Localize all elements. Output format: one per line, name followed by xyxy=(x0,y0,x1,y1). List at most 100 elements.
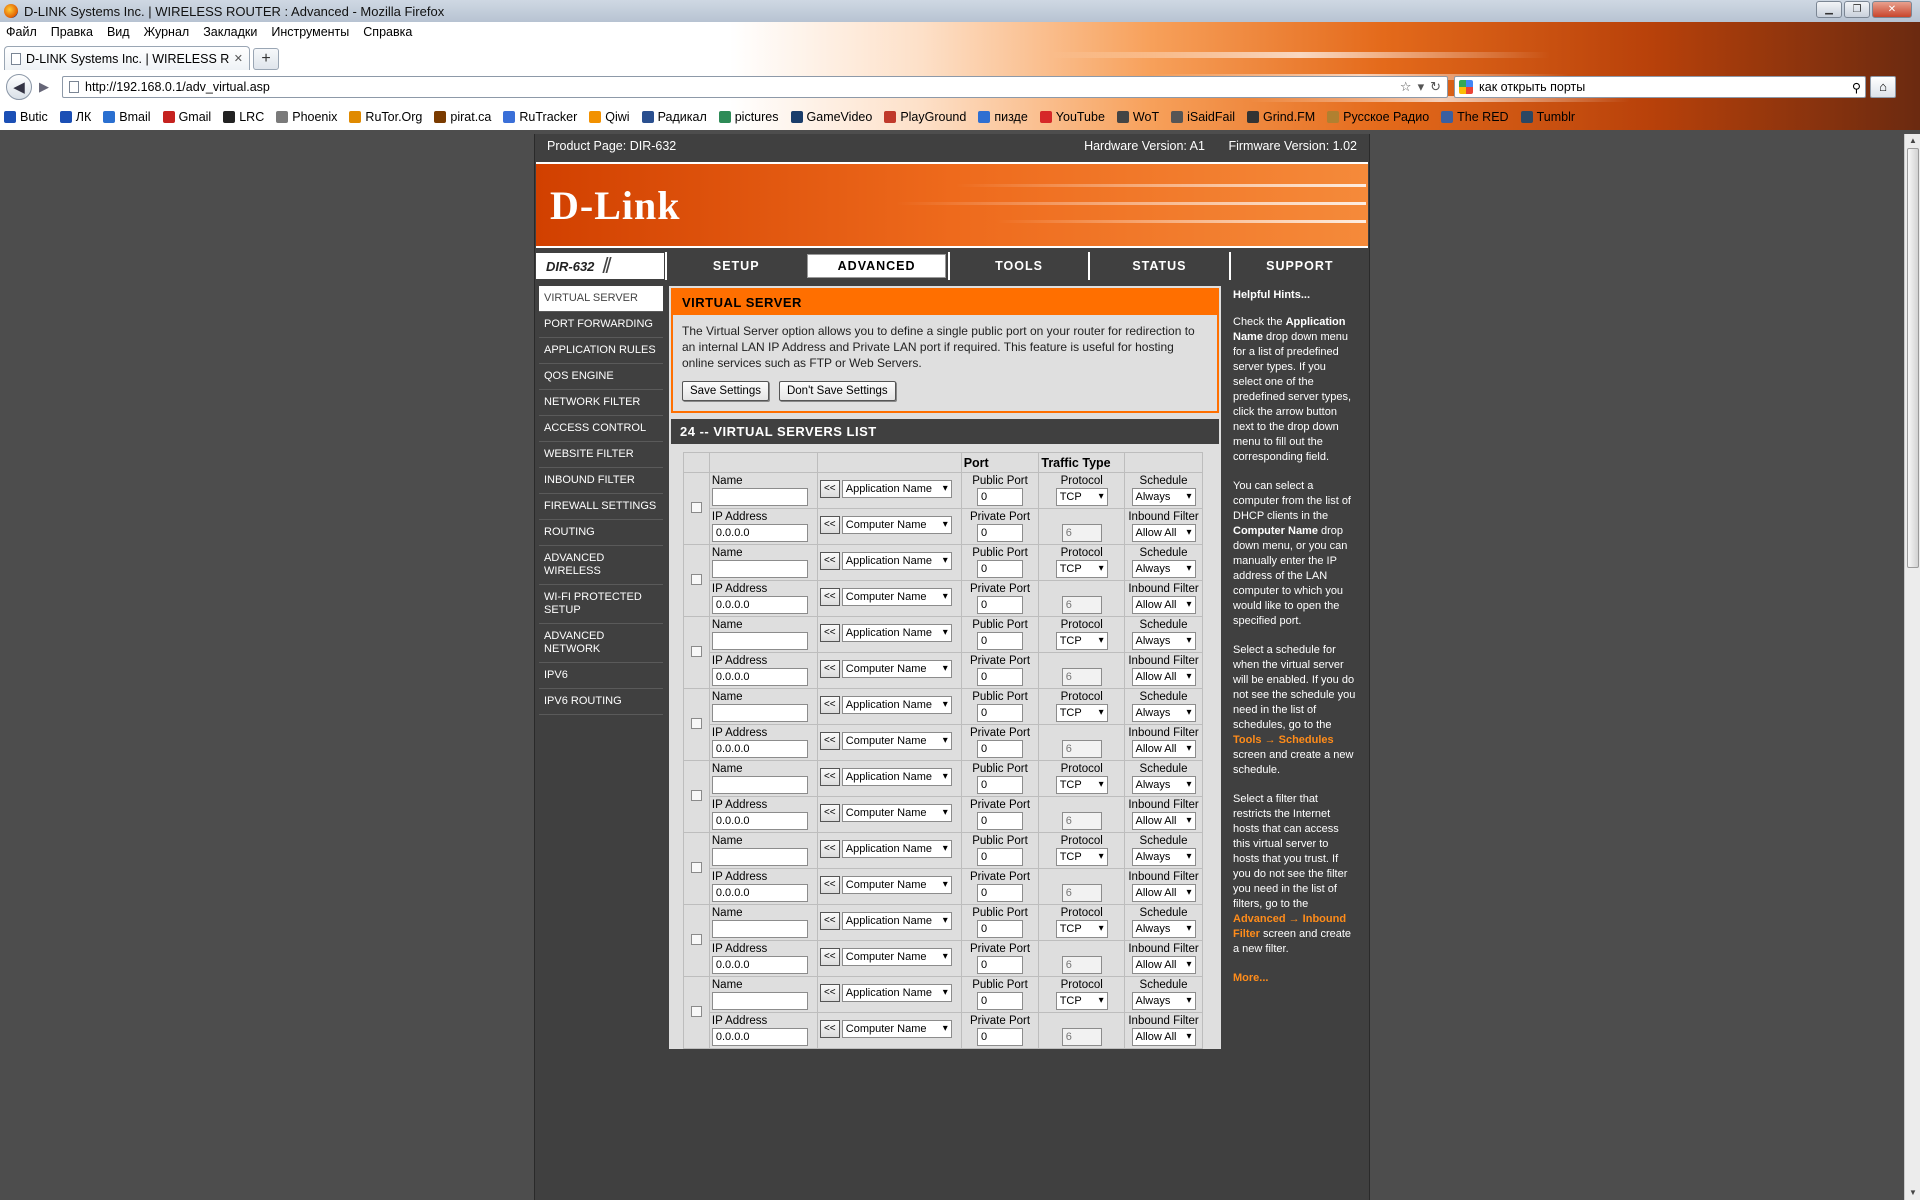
public-port-input[interactable]: 0 xyxy=(977,560,1024,578)
schedule-select[interactable]: Always xyxy=(1131,488,1196,506)
row-enable-checkbox[interactable] xyxy=(690,1005,702,1017)
sidebar-item-website-filter[interactable]: WEBSITE FILTER xyxy=(539,442,663,468)
protocol-select[interactable]: TCP xyxy=(1055,776,1108,794)
name-input[interactable] xyxy=(711,920,808,938)
protocol-select[interactable]: TCP xyxy=(1055,632,1108,650)
tools-schedules-link[interactable]: Tools → Schedules xyxy=(1233,734,1334,746)
search-icon[interactable]: ⚲ xyxy=(1852,80,1861,95)
copy-application-button[interactable]: << xyxy=(819,624,840,642)
scroll-down-icon[interactable]: ▼ xyxy=(1905,1186,1920,1200)
computer-name-select[interactable]: Computer Name xyxy=(841,660,952,678)
bookmark-item[interactable]: LRC xyxy=(223,110,264,124)
schedule-select[interactable]: Always xyxy=(1131,848,1196,866)
inbound-filter-select[interactable]: Allow All xyxy=(1131,668,1196,686)
private-port-input[interactable]: 0 xyxy=(977,596,1024,614)
ip-address-input[interactable]: 0.0.0.0 xyxy=(711,596,808,614)
inbound-filter-select[interactable]: Allow All xyxy=(1131,812,1196,830)
computer-name-select[interactable]: Computer Name xyxy=(841,876,952,894)
copy-application-button[interactable]: << xyxy=(819,552,840,570)
protocol-number-input[interactable]: 6 xyxy=(1061,596,1102,614)
sidebar-item-port-forwarding[interactable]: PORT FORWARDING xyxy=(539,312,663,338)
sidebar-item-ipv6-routing[interactable]: IPV6 ROUTING xyxy=(539,689,663,715)
maximize-button[interactable]: ❐ xyxy=(1844,1,1870,18)
application-name-select[interactable]: Application Name xyxy=(841,552,952,570)
search-bar[interactable]: как открыть порты ⚲ xyxy=(1454,76,1866,98)
protocol-number-input[interactable]: 6 xyxy=(1061,740,1102,758)
sidebar-item-wi-fi-protected-setup[interactable]: WI-FI PROTECTED SETUP xyxy=(539,585,663,624)
protocol-select[interactable]: TCP xyxy=(1055,992,1108,1010)
bookmark-item[interactable]: Bmail xyxy=(103,110,151,124)
private-port-input[interactable]: 0 xyxy=(977,812,1024,830)
protocol-number-input[interactable]: 6 xyxy=(1061,956,1102,974)
inbound-filter-select[interactable]: Allow All xyxy=(1131,884,1196,902)
computer-name-select[interactable]: Computer Name xyxy=(841,588,952,606)
protocol-number-input[interactable]: 6 xyxy=(1061,812,1102,830)
name-input[interactable] xyxy=(711,704,808,722)
close-window-button[interactable]: ✕ xyxy=(1872,1,1912,18)
scroll-up-icon[interactable]: ▲ xyxy=(1905,134,1920,148)
application-name-select[interactable]: Application Name xyxy=(841,696,952,714)
row-enable-checkbox[interactable] xyxy=(690,717,702,729)
ip-address-input[interactable]: 0.0.0.0 xyxy=(711,812,808,830)
row-enable-checkbox[interactable] xyxy=(690,645,702,657)
copy-application-button[interactable]: << xyxy=(819,840,840,858)
ip-address-input[interactable]: 0.0.0.0 xyxy=(711,668,808,686)
dropdown-icon[interactable]: ▾ xyxy=(1418,79,1425,95)
schedule-select[interactable]: Always xyxy=(1131,704,1196,722)
sidebar-item-advanced-network[interactable]: ADVANCED NETWORK xyxy=(539,624,663,663)
private-port-input[interactable]: 0 xyxy=(977,740,1024,758)
name-input[interactable] xyxy=(711,992,808,1010)
private-port-input[interactable]: 0 xyxy=(977,956,1024,974)
public-port-input[interactable]: 0 xyxy=(977,488,1024,506)
bookmark-item[interactable]: пизде xyxy=(978,110,1028,124)
copy-computer-button[interactable]: << xyxy=(819,660,840,678)
application-name-select[interactable]: Application Name xyxy=(841,912,952,930)
forward-button[interactable]: ▶ xyxy=(34,77,54,97)
bookmark-item[interactable]: Qiwi xyxy=(589,110,630,124)
row-enable-checkbox[interactable] xyxy=(690,789,702,801)
menu-tools[interactable]: Инструменты xyxy=(271,25,349,39)
save-settings-button[interactable]: Save Settings xyxy=(682,381,769,401)
bookmark-item[interactable]: RuTor.Org xyxy=(349,110,422,124)
bookmark-item[interactable]: Tumblr xyxy=(1520,110,1575,124)
bookmark-item[interactable]: Phoenix xyxy=(276,110,337,124)
url-bar[interactable]: http://192.168.0.1/adv_virtual.asp ☆ ▾ ↻ xyxy=(62,76,1448,98)
row-enable-checkbox[interactable] xyxy=(690,933,702,945)
application-name-select[interactable]: Application Name xyxy=(841,840,952,858)
copy-computer-button[interactable]: << xyxy=(819,804,840,822)
protocol-select[interactable]: TCP xyxy=(1055,704,1108,722)
copy-application-button[interactable]: << xyxy=(819,984,840,1002)
search-engine-icon[interactable] xyxy=(1459,80,1473,94)
protocol-number-input[interactable]: 6 xyxy=(1061,524,1102,542)
menu-edit[interactable]: Правка xyxy=(51,25,93,39)
ip-address-input[interactable]: 0.0.0.0 xyxy=(711,1028,808,1046)
row-enable-checkbox[interactable] xyxy=(690,501,702,513)
tab-tools[interactable]: TOOLS xyxy=(947,252,1089,280)
tab-support[interactable]: SUPPORT xyxy=(1228,252,1370,280)
url-text[interactable]: http://192.168.0.1/adv_virtual.asp xyxy=(85,80,1394,94)
name-input[interactable] xyxy=(711,632,808,650)
row-enable-checkbox[interactable] xyxy=(690,573,702,585)
application-name-select[interactable]: Application Name xyxy=(841,768,952,786)
protocol-select[interactable]: TCP xyxy=(1055,920,1108,938)
copy-computer-button[interactable]: << xyxy=(819,732,840,750)
schedule-select[interactable]: Always xyxy=(1131,560,1196,578)
inbound-filter-select[interactable]: Allow All xyxy=(1131,596,1196,614)
bookmark-item[interactable]: The RED xyxy=(1441,110,1509,124)
sidebar-item-advanced-wireless[interactable]: ADVANCED WIRELESS xyxy=(539,546,663,585)
copy-computer-button[interactable]: << xyxy=(819,588,840,606)
name-input[interactable] xyxy=(711,848,808,866)
bookmark-item[interactable]: PlayGround xyxy=(884,110,966,124)
public-port-input[interactable]: 0 xyxy=(977,704,1024,722)
close-tab-icon[interactable]: ✕ xyxy=(234,52,243,65)
dont-save-settings-button[interactable]: Don't Save Settings xyxy=(778,381,896,401)
bookmark-item[interactable]: Gmail xyxy=(162,110,211,124)
sidebar-item-application-rules[interactable]: APPLICATION RULES xyxy=(539,338,663,364)
menu-bookmarks[interactable]: Закладки xyxy=(203,25,257,39)
computer-name-select[interactable]: Computer Name xyxy=(841,516,952,534)
ip-address-input[interactable]: 0.0.0.0 xyxy=(711,884,808,902)
row-enable-checkbox[interactable] xyxy=(690,861,702,873)
name-input[interactable] xyxy=(711,776,808,794)
copy-application-button[interactable]: << xyxy=(819,912,840,930)
public-port-input[interactable]: 0 xyxy=(977,920,1024,938)
